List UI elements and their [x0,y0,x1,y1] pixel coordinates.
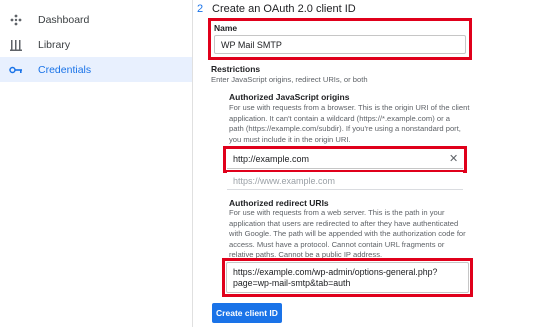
js-origins-description: For use with requests from a browser. Th… [229,103,489,145]
js-origin-value: http://example.com [233,153,310,164]
js-origin-new-input[interactable]: https://www.example.com [227,172,463,190]
name-label: Name [214,23,238,33]
restrictions-title: Restrictions [211,64,261,74]
description-line: with Google. The path will be appended w… [229,229,466,238]
js-origin-placeholder: https://www.example.com [233,175,336,186]
sidebar-item-dashboard[interactable]: Dashboard [0,7,192,32]
name-input-value: WP Mail SMTP [221,39,282,50]
sidebar-item-library[interactable]: Library [0,32,192,57]
create-client-id-button[interactable]: Create client ID [212,303,282,323]
description-line: you must include it in the origin URI. [229,134,351,144]
sidebar: Dashboard Library Credentials [0,0,192,327]
description-line: access. Must have a protocol. Cannot con… [229,239,445,249]
library-icon [9,38,23,52]
js-origin-input[interactable]: http://example.com [227,149,463,169]
redirect-uri-line: https://example.com/wp-admin/options-gen… [233,267,438,277]
restrictions-subtitle: Enter JavaScript origins, redirect URIs,… [211,75,368,84]
name-input[interactable]: WP Mail SMTP [214,35,466,54]
redirect-uris-description: For use with requests from a web server.… [229,208,489,261]
step-number: 2 [197,3,204,15]
oauth-client-page: Dashboard Library Credentials 2 Create a… [0,0,555,327]
redirect-uris-title: Authorized redirect URIs [229,198,329,208]
dashboard-icon [9,13,23,27]
key-icon [9,63,23,77]
description-line: For use with requests from a browser. Th… [229,103,470,112]
redirect-uri-line: page=wp-mail-smtp&tab=auth [233,278,351,288]
description-line: For use with requests from a web server.… [229,208,445,217]
sidebar-item-credentials[interactable]: Credentials [0,57,192,82]
description-line: application that users are redirected to… [229,218,459,228]
sidebar-item-label: Credentials [38,63,92,76]
sidebar-item-label: Library [38,38,71,51]
redirect-uri-input[interactable]: https://example.com/wp-admin/options-gen… [226,262,469,293]
js-origins-title: Authorized JavaScript origins [229,92,350,102]
close-icon[interactable]: ✕ [449,152,458,165]
step-title: Create an OAuth 2.0 client ID [212,3,356,15]
sidebar-item-label: Dashboard [38,13,90,26]
sidebar-divider [192,0,193,327]
description-line: application. It can't contain a wildcard… [229,113,450,123]
description-line: path (https://example.com/subdir). If yo… [229,124,461,133]
